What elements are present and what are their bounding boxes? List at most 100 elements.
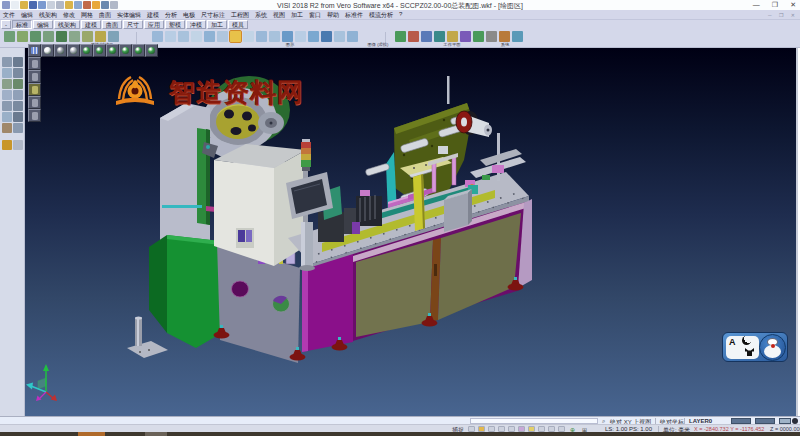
toolbar-icon-g1-3[interactable] — [191, 31, 202, 42]
close-button[interactable]: ✕ — [790, 1, 796, 9]
toolbar-icon-g1-6[interactable] — [230, 31, 241, 42]
menu-12[interactable]: 系统 — [252, 10, 270, 20]
toolbar-icon-g2-6[interactable] — [473, 31, 484, 42]
menu-17[interactable]: 标准件 — [342, 10, 366, 20]
toolbar-icon-g0-7[interactable] — [95, 31, 106, 42]
dock-icon-10[interactable] — [2, 112, 12, 122]
menu-7[interactable]: 建模 — [144, 10, 162, 20]
taskbar-app-orange[interactable] — [78, 432, 105, 436]
toolbar-tab-9[interactable]: 加工 — [207, 20, 227, 29]
toolbar-tab-3[interactable]: 建模 — [81, 20, 101, 29]
toolbar-group-label-2: 图像 (虚拟) — [367, 41, 388, 46]
menu-5[interactable]: 曲面 — [96, 10, 114, 20]
toolbar-icon-g1-8[interactable] — [256, 31, 267, 42]
toolbar-icon-g0-8[interactable] — [108, 31, 119, 42]
toolbar-icon-g0-1[interactable] — [17, 31, 28, 42]
sticker-letter-a: A — [729, 337, 736, 347]
toolbar-icon-g2-8[interactable] — [499, 31, 510, 42]
toolbar-icon-g1-11[interactable] — [295, 31, 306, 42]
toolbar-tab-8[interactable]: 冲模 — [186, 20, 206, 29]
toolbar-icon-g2-7[interactable] — [486, 31, 497, 42]
toolbar-icon-g1-14[interactable] — [334, 31, 345, 42]
minimize-button[interactable]: — — [753, 1, 760, 9]
menu-15[interactable]: 窗口 — [306, 10, 324, 20]
axis-triad — [26, 364, 57, 401]
menu-11[interactable]: 工程图 — [228, 10, 252, 20]
toolbar-icon-g0-3[interactable] — [43, 31, 54, 42]
dock-icon-6[interactable] — [2, 90, 12, 100]
toolbar-tab-4[interactable]: 曲面 — [102, 20, 122, 29]
toolbar-icon-g2-1[interactable] — [408, 31, 419, 42]
toolbar-icon-g1-13[interactable] — [321, 31, 332, 42]
toolbar-icon-g1-2[interactable] — [178, 31, 189, 42]
menu-13[interactable]: 视图 — [270, 10, 288, 20]
menu-3[interactable]: 修改 — [60, 10, 78, 20]
menu-10[interactable]: 尺寸标注 — [198, 10, 228, 20]
toolbar-icon-g1-9[interactable] — [269, 31, 280, 42]
toolbar-icon-g2-3[interactable] — [434, 31, 445, 42]
watermark-logo — [113, 74, 157, 110]
toolbar-icon-g1-15[interactable] — [347, 31, 358, 42]
toolbar-tab-10[interactable]: 模具 — [228, 20, 248, 29]
maximize-button[interactable]: ❐ — [772, 1, 778, 9]
dock-icon-13[interactable] — [13, 123, 23, 133]
mdi-window-controls[interactable]: ─ ❐ ✕ — [768, 12, 798, 18]
toolbar-icon-g1-0[interactable] — [152, 31, 163, 42]
doraemon-nose — [771, 344, 775, 348]
dock-icon-15[interactable] — [13, 140, 23, 150]
toolbar-tab-2[interactable]: 线架构 — [54, 20, 80, 29]
press-skirt — [149, 235, 167, 333]
viewport-3d[interactable]: 智造资料网 — [25, 48, 798, 416]
dock-icon-14[interactable] — [2, 140, 12, 150]
menu-19[interactable]: ? — [396, 10, 405, 17]
toolbar-icon-g1-7[interactable] — [243, 31, 254, 42]
dock-icon-4[interactable] — [2, 79, 12, 89]
menu-16[interactable]: 帮助 — [324, 10, 342, 20]
dock-icon-2[interactable] — [2, 68, 12, 78]
taskbar-sliver — [0, 432, 800, 436]
menu-18[interactable]: 模流分析 — [366, 10, 396, 20]
dock-icon-7[interactable] — [13, 90, 23, 100]
toolbar-icon-g0-6[interactable] — [82, 31, 93, 42]
menu-6[interactable]: 实体编辑 — [114, 10, 144, 20]
dock-icon-3[interactable] — [13, 68, 23, 78]
toolbar-icon-g2-4[interactable] — [447, 31, 458, 42]
taskbar-app-gray[interactable] — [145, 432, 167, 436]
toolbar-tab-5[interactable]: 尺寸 — [123, 20, 143, 29]
dock-icon-8[interactable] — [2, 101, 12, 111]
toolbar-icon-g2-9[interactable] — [512, 31, 523, 42]
menu-8[interactable]: 分析 — [162, 10, 180, 20]
toolbar-icon-g1-4[interactable] — [204, 31, 215, 42]
toolbar-icon-g0-5[interactable] — [69, 31, 80, 42]
toolbar-tab-1[interactable]: 编辑 — [33, 20, 53, 29]
dock-icon-5[interactable] — [13, 79, 23, 89]
toolbar-group-label-4: 系统 — [501, 41, 510, 46]
toolbar-icon-g1-10[interactable] — [282, 31, 293, 42]
toolbar-icon-g0-4[interactable] — [56, 31, 67, 42]
dock-icon-11[interactable] — [13, 112, 23, 122]
menu-0[interactable]: 文件 — [0, 10, 18, 20]
toolbar-icon-g1-1[interactable] — [165, 31, 176, 42]
dock-icon-0[interactable] — [2, 57, 12, 67]
menu-2[interactable]: 线架构 — [36, 10, 60, 20]
menu-9[interactable]: 电极 — [180, 10, 198, 20]
toolbar-icon-g2-5[interactable] — [460, 31, 471, 42]
dock-icon-9[interactable] — [13, 101, 23, 111]
toolbar-icon-g2-2[interactable] — [421, 31, 432, 42]
dock-icon-1[interactable] — [13, 57, 23, 67]
doraemon-sticker: A — [722, 332, 788, 362]
toolbar-tab-6[interactable]: 应用 — [144, 20, 164, 29]
menu-14[interactable]: 加工 — [288, 10, 306, 20]
toolbar-icon-g1-5[interactable] — [217, 31, 228, 42]
menu-4[interactable]: 网格 — [78, 10, 96, 20]
toolbar-icon-g2-0[interactable] — [395, 31, 406, 42]
watermark: 智造资料网 — [113, 74, 304, 110]
menu-1[interactable]: 编辑 — [18, 10, 36, 20]
toolbar-tab-0[interactable]: 标准 — [12, 20, 32, 29]
toolbar-icon-g0-2[interactable] — [30, 31, 41, 42]
toolbar-icon-g0-0[interactable] — [4, 31, 15, 42]
toolbar-collapse-button[interactable]: - — [1, 20, 11, 29]
dock-icon-12[interactable] — [2, 123, 12, 133]
toolbar-icon-g1-12[interactable] — [308, 31, 319, 42]
toolbar-tab-7[interactable]: 塑模 — [165, 20, 185, 29]
